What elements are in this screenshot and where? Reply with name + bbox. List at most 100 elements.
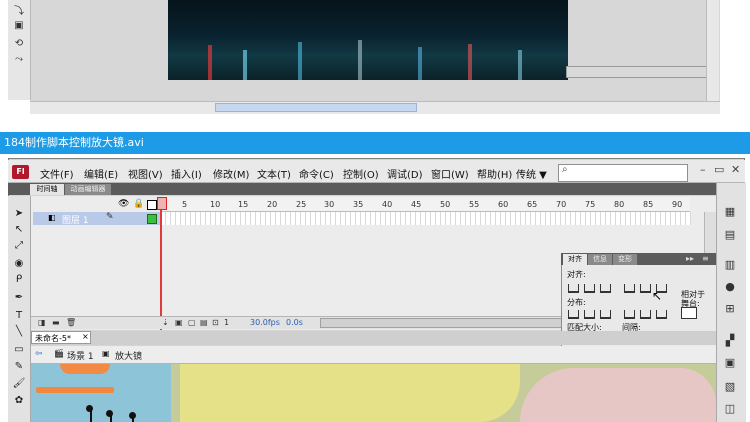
workspace-switcher[interactable]: 传统 ▼ [516,166,547,181]
align-right-icon[interactable] [600,284,611,293]
previous-vertical-scrollbar[interactable] [706,0,719,101]
menu-debug[interactable]: 调试(D) [387,166,423,181]
frame-number: 15 [238,200,249,209]
tab-transform[interactable]: 变形 [613,254,637,265]
tab-info[interactable]: 信息 [588,254,612,265]
brush-tool-icon[interactable]: 🖌 [11,378,27,392]
smooth-icon[interactable]: ⟲ [11,38,27,52]
code-snippets-icon[interactable]: ▣ [722,356,738,370]
history-icon[interactable]: ◫ [722,402,738,416]
straighten-icon[interactable]: ⤳ [11,54,27,68]
frame-number: 60 [498,200,509,209]
distribute-vcenter-icon[interactable] [584,310,595,319]
align-top-icon[interactable] [624,284,635,293]
delete-layer-icon[interactable]: 🗑 [66,318,76,327]
video-title-bar: 184制作脚本控制放大镜.avi [0,132,750,154]
distribute-hcenter-icon[interactable] [640,310,651,319]
edit-multiple-icon[interactable]: ▤ [200,318,208,327]
distribute-bottom-icon[interactable] [600,310,611,319]
frame-number: 45 [411,200,422,209]
color-swatches-icon[interactable]: ▥ [722,258,738,272]
pencil-tool-icon[interactable]: ✎ [11,361,27,375]
align-label: 对齐: [567,270,586,279]
align-horizontal-center-icon[interactable] [584,284,595,293]
distribute-right-icon[interactable] [656,310,667,319]
show-hide-icon[interactable]: 👁 [118,199,129,209]
restore-icon[interactable]: ▭ [714,163,724,176]
tab-motion-editor[interactable]: 动画编辑器 [65,184,111,195]
menu-edit[interactable]: 编辑(E) [84,166,118,181]
components-icon[interactable]: ▞ [722,334,738,348]
tab-align[interactable]: 对齐 [563,254,587,265]
library-icon[interactable]: ▤ [722,228,738,242]
minimize-icon[interactable]: – [700,163,706,176]
properties-icon[interactable]: ▦ [722,205,738,219]
distribute-top-icon[interactable] [568,310,579,319]
motion-presets-icon[interactable]: ▧ [722,380,738,394]
menu-modify[interactable]: 修改(M) [213,166,249,181]
frame-rate[interactable]: 30.0fps [250,318,280,327]
collapse-panel-icon[interactable]: ▸▸ [686,254,694,263]
free-transform-icon[interactable]: ⤢ [11,240,27,254]
menu-commands[interactable]: 命令(C) [299,166,334,181]
subselect-icon[interactable]: ⤵ [11,2,27,17]
center-frame-icon[interactable]: ⇣ [162,318,169,327]
info-icon[interactable]: ● [722,280,738,294]
close-icon[interactable]: ✕ [731,163,740,176]
layer-frames[interactable] [161,212,691,225]
lock-icon[interactable]: 🔒 [133,199,144,209]
frame-number: 40 [382,200,393,209]
text-tool-icon[interactable]: T [11,310,27,324]
distribute-left-icon[interactable] [624,310,635,319]
layer-name[interactable]: 图层 1 [62,213,89,226]
previous-mini-toolbar[interactable] [566,66,708,78]
3d-rotation-icon[interactable]: ◉ [11,258,27,272]
outline-icon[interactable] [147,200,157,210]
deco-tool-icon[interactable]: ✿ [11,395,27,409]
menu-window[interactable]: 窗口(W) [431,166,469,181]
night-city-photo [168,0,568,80]
selection-tool-icon[interactable]: ➤ [11,208,27,222]
playhead[interactable] [160,197,162,330]
align-left-icon[interactable] [568,284,579,293]
relative-to-stage-toggle[interactable] [681,307,697,319]
modify-markers-icon[interactable]: ⊡ [212,318,219,327]
menu-view[interactable]: 视图(V) [128,166,163,181]
back-arrow-icon[interactable]: ⇦ [35,349,43,359]
rectangle-tool-icon[interactable]: ▭ [11,344,27,358]
menu-file[interactable]: 文件(F) [40,166,74,181]
playhead-handle[interactable] [157,197,167,210]
menu-text[interactable]: 文本(T) [257,166,291,181]
breadcrumb-symbol[interactable]: 放大镜 [115,349,142,362]
frame-number: 70 [556,200,567,209]
frame-number: 50 [440,200,451,209]
onion-outline-icon[interactable]: ▢ [188,318,196,327]
menu-control[interactable]: 控制(O) [343,166,379,181]
panel-menu-icon[interactable]: ≡ [702,254,709,263]
align-icon[interactable]: ⊞ [722,302,738,316]
onion-skin-icon[interactable]: ▣ [175,318,183,327]
menu-help[interactable]: 帮助(H) [477,166,512,181]
stage-orange-bar [36,387,114,393]
new-layer-icon[interactable]: ◨ [38,318,46,327]
tree-top [129,412,136,419]
help-search-input[interactable] [558,164,688,182]
frame-number: 65 [527,200,538,209]
layer-color-icon[interactable] [147,214,157,224]
line-tool-icon[interactable]: ╲ [11,326,27,340]
lasso-tool-icon[interactable]: ᑭ [11,274,27,288]
previous-toolbar: ⤵ ▣ ⟲ ⤳ [8,0,31,100]
stage-yellow-area [180,364,520,422]
previous-scroll-thumb[interactable] [215,103,417,112]
breadcrumb-scene[interactable]: 场景 1 [67,349,94,362]
flash-logo-icon: Fl [12,165,29,179]
subselection-tool-icon[interactable]: ↖ [11,224,27,238]
close-document-icon[interactable]: × [82,332,89,341]
document-tab-bar [31,331,716,345]
pen-tool-icon[interactable]: ✒ [11,292,27,306]
new-folder-icon[interactable]: ▬ [52,318,60,327]
tab-timeline[interactable]: 时间轴 [30,184,64,195]
align-vertical-center-icon[interactable] [640,284,651,293]
snap-icon[interactable]: ▣ [11,20,27,34]
menu-insert[interactable]: 插入(I) [171,166,202,181]
